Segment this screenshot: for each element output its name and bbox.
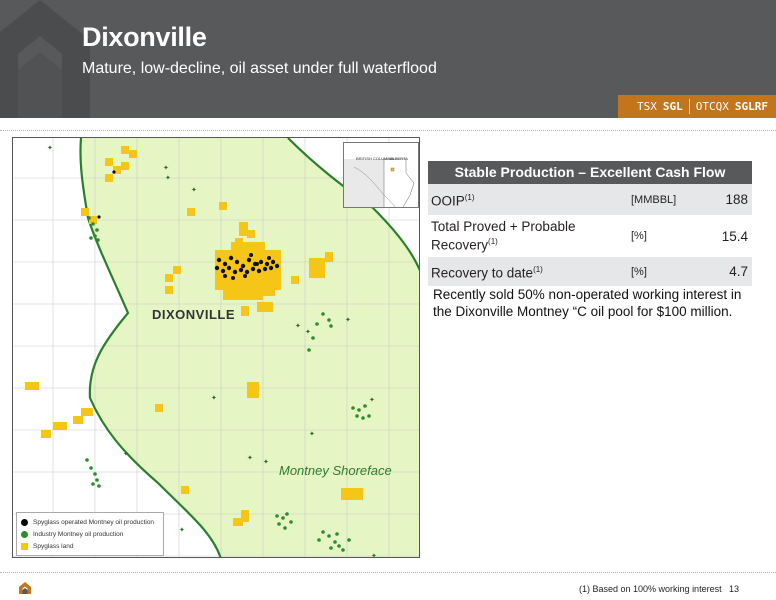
inset-label-bc: BRITISH COLUMBIA xyxy=(356,156,394,161)
svg-text:✦: ✦ xyxy=(191,186,197,194)
company-logo-watermark xyxy=(0,0,90,118)
svg-text:✦: ✦ xyxy=(309,430,315,438)
row-label-recovery-to-date: Recovery to date xyxy=(431,265,534,281)
footnote-ref: (1) xyxy=(533,265,543,275)
ticker-exchange-otcqx: OTCQX xyxy=(695,100,729,113)
header-divider xyxy=(0,130,776,131)
company-logo-icon xyxy=(19,582,31,594)
footer-divider xyxy=(0,572,776,573)
svg-text:✦: ✦ xyxy=(369,396,375,404)
legend-item-spyglass-operated: Spyglass operated Montney oil production xyxy=(21,516,159,528)
dixonville-map-label: DIXONVILLE xyxy=(152,307,236,322)
legend-item-spyglass-land: Spyglass land xyxy=(21,540,159,552)
legend-yellow-square-icon xyxy=(21,542,28,550)
legend-green-dot-icon xyxy=(21,530,28,538)
locator-inset-map: BRITISH COLUMBIA ALBERTA xyxy=(343,142,419,208)
svg-text:✦: ✦ xyxy=(179,526,185,534)
svg-text:✦: ✦ xyxy=(345,316,351,324)
svg-text:✦: ✦ xyxy=(165,174,171,182)
table-header: Stable Production – Excellent Cash Flow xyxy=(428,161,752,184)
legend-label: Spyglass land xyxy=(33,542,74,550)
svg-text:✦: ✦ xyxy=(123,450,129,458)
table-cell-label: Recovery to date(1) xyxy=(428,262,631,281)
footnote-ref: (1) xyxy=(488,237,498,247)
production-table: Stable Production – Excellent Cash Flow … xyxy=(428,161,752,286)
row-label-proved-probable: Total Proved + Probable xyxy=(431,219,576,235)
table-cell-unit: [%] xyxy=(631,230,647,242)
footnote-ref: (1) xyxy=(464,193,475,203)
map-legend: Spyglass operated Montney oil production… xyxy=(16,512,164,556)
table-cell-label: OOIP(1) xyxy=(428,190,631,209)
ticker-bar: TSX SGL OTCQX SGLRF xyxy=(618,95,776,118)
sale-note: Recently sold 50% non-operated working i… xyxy=(433,287,742,319)
ticker-exchange-tsx: TSX xyxy=(637,100,657,113)
legend-black-dot-icon xyxy=(21,518,28,526)
row-label-recovery: Recovery xyxy=(431,237,489,253)
table-row: OOIP(1) [MMBBL] 188 xyxy=(428,184,752,215)
row-label-ooip: OOIP xyxy=(431,193,465,209)
svg-text:✦: ✦ xyxy=(211,394,217,402)
footnote: (1) Based on 100% working interest xyxy=(579,584,722,594)
inset-label-alberta: ALBERTA xyxy=(390,156,408,161)
ticker-symbol-tsx: SGL xyxy=(662,100,683,113)
ticker-divider xyxy=(688,99,690,114)
legend-label: Industry Montney oil production xyxy=(33,530,124,538)
svg-text:✦: ✦ xyxy=(247,454,253,462)
page-title: Dixonville xyxy=(82,22,207,52)
svg-text:✦: ✦ xyxy=(47,144,53,152)
dixonville-map: ✦ ✦ ✦ ✦ ✦ ✦ ✦ ✦ ✦ ✦ ✦ ✦ ✦ ✦ ✦ DIXONVILLE Montney S… xyxy=(12,137,420,558)
table-cell-value: 188 xyxy=(725,192,748,207)
header-banner: Dixonville Mature, low-decline, oil asse… xyxy=(0,0,776,118)
svg-text:✦: ✦ xyxy=(295,322,301,330)
page-subtitle: Mature, low-decline, oil asset under ful… xyxy=(82,60,437,77)
svg-text:✦: ✦ xyxy=(163,164,169,172)
legend-label: Spyglass operated Montney oil production xyxy=(33,518,155,526)
legend-item-industry: Industry Montney oil production xyxy=(21,528,159,540)
shoreface-map-label: Montney Shoreface xyxy=(279,463,392,478)
locator-map-graphic xyxy=(344,158,415,207)
table-cell-unit: [%] xyxy=(631,265,647,278)
page-number: 13 xyxy=(729,584,740,594)
table-row: Recovery to date(1) [%] 4.7 xyxy=(428,257,752,286)
svg-text:✦: ✦ xyxy=(263,458,269,466)
table-row: Total Proved + Probable Recovery(1) [%] 1… xyxy=(428,215,752,257)
svg-text:✦: ✦ xyxy=(305,328,311,336)
table-cell-value: 15.4 xyxy=(721,228,748,244)
table-cell-unit: [MMBBL] xyxy=(631,193,677,206)
table-cell-value: 4.7 xyxy=(729,264,748,279)
table-cell-label: Total Proved + Probable Recovery(1) xyxy=(428,219,631,253)
ticker-symbol-otcqx: SGLRF xyxy=(734,100,768,113)
svg-text:✦: ✦ xyxy=(371,552,377,558)
